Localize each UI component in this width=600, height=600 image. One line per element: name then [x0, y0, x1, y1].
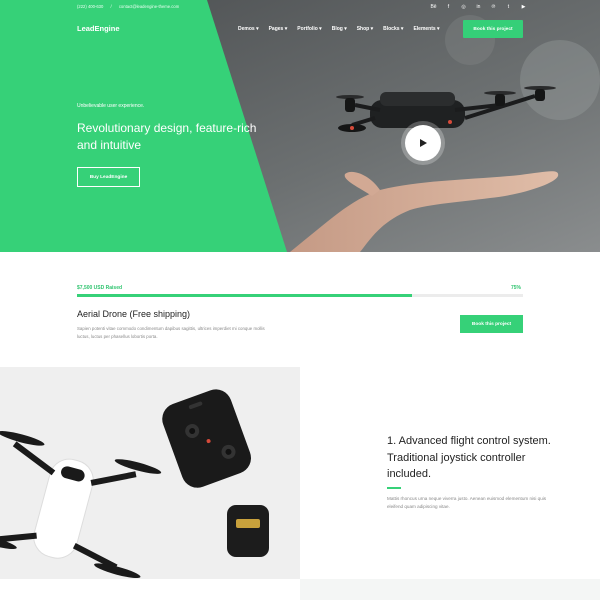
hero-section: (222) 400-630 / contact@leadengine-theme…	[0, 0, 600, 252]
linkedin-icon[interactable]: in	[475, 4, 482, 11]
header-cta-button[interactable]: Book this project	[463, 20, 523, 38]
nav-item-demos[interactable]: Demos ▾	[238, 26, 259, 32]
product-description: Sapien potenti vitae commodo condimentum…	[77, 326, 265, 339]
buy-button[interactable]: Buy LeadEngine	[77, 167, 140, 187]
topbar: (222) 400-630 / contact@leadengine-theme…	[77, 4, 527, 14]
youtube-icon[interactable]: ▶	[520, 4, 527, 11]
nav-item-pages[interactable]: Pages ▾	[269, 26, 288, 32]
drone-controller-illustration	[0, 367, 300, 579]
raised-amount: $7,500 USD Raised	[77, 285, 123, 291]
site-logo[interactable]: LeadEngine	[77, 24, 120, 33]
nav-item-elements[interactable]: Elements ▾	[413, 26, 439, 32]
nav-item-shop[interactable]: Shop ▾	[357, 26, 373, 32]
next-section-right	[300, 579, 600, 600]
drone-controller-photo	[0, 367, 300, 579]
product-title: Aerial Drone (Free shipping)	[77, 309, 191, 319]
twitter-icon[interactable]: t	[505, 4, 512, 11]
feature-divider	[387, 487, 401, 489]
nav-item-blog[interactable]: Blog ▾	[332, 26, 347, 32]
nav-item-blocks[interactable]: Blocks ▾	[383, 26, 403, 32]
facebook-icon[interactable]: f	[445, 4, 452, 11]
progress-fill	[77, 294, 412, 297]
book-project-button[interactable]: Book this project	[460, 315, 523, 333]
topbar-contact: (222) 400-630 / contact@leadengine-theme…	[77, 4, 185, 9]
raised-percent: 75%	[511, 285, 522, 291]
topbar-phone[interactable]: (222) 400-630	[77, 4, 103, 9]
play-icon	[420, 139, 427, 147]
main-nav: Demos ▾ Pages ▾ Portfolio ▾ Blog ▾ Shop …	[238, 26, 440, 32]
topbar-email[interactable]: contact@leadengine-theme.com	[119, 4, 179, 9]
instagram-icon[interactable]: ◎	[460, 4, 467, 11]
nav-item-portfolio[interactable]: Portfolio ▾	[297, 26, 321, 32]
social-links: Bē f ◎ in ℗ t ▶	[430, 4, 527, 11]
next-section-left	[0, 579, 300, 600]
video-play-button[interactable]	[405, 125, 441, 161]
behance-icon[interactable]: Bē	[430, 4, 437, 11]
hero-title: Revolutionary design, feature-rich and i…	[77, 121, 257, 152]
hero-eyebrow: Unbelievable user experience.	[77, 103, 145, 109]
topbar-divider: /	[110, 4, 112, 9]
feature-title: 1. Advanced flight control system. Tradi…	[387, 435, 551, 480]
feature-description: Mattis rhoncus urna neque viverra justo.…	[387, 496, 547, 509]
progress-bar	[77, 294, 523, 297]
pinterest-icon[interactable]: ℗	[490, 4, 497, 11]
